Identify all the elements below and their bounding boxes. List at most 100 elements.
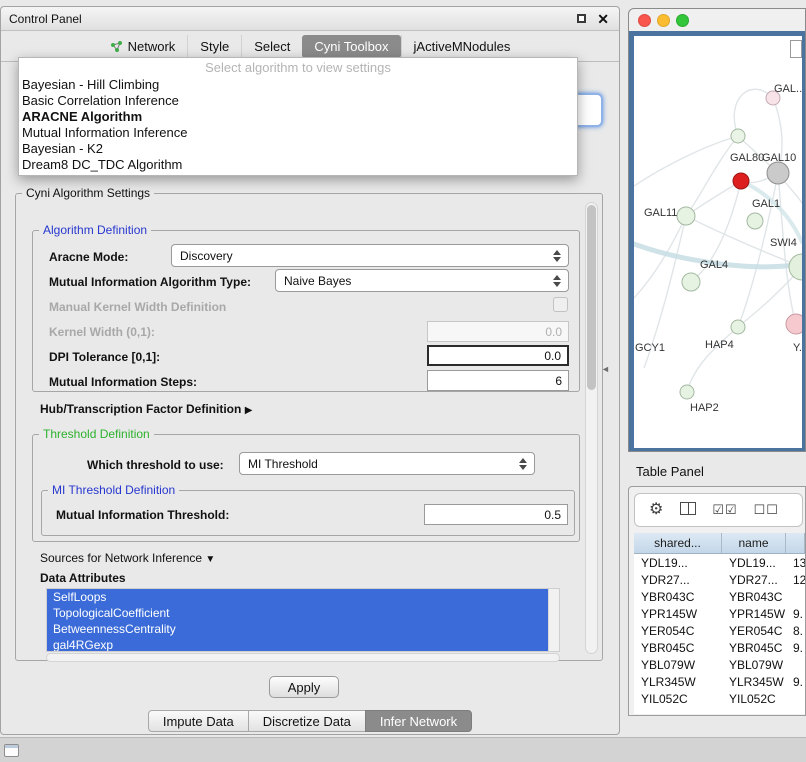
attributes-vscrollbar[interactable]: [548, 589, 559, 651]
scrollbar-thumb[interactable]: [587, 205, 596, 390]
cell: YBL079W: [722, 658, 786, 672]
combo-value: Discovery: [180, 249, 233, 263]
settings-scrollbar[interactable]: [585, 202, 598, 654]
node-label: GAL11: [644, 207, 677, 219]
table-row[interactable]: YDL19... YDL19... 13: [634, 554, 805, 571]
data-attributes-list[interactable]: SelfLoops TopologicalCoefficient Between…: [46, 588, 560, 652]
popup-item[interactable]: Dream8 DC_TDC Algorithm: [19, 157, 577, 173]
cell: 9.: [786, 607, 805, 621]
dpi-tolerance-field[interactable]: [427, 345, 569, 366]
spinner-arrows-icon: [519, 458, 527, 470]
hub-definition-label: Hub/Transcription Factor Definition: [40, 402, 241, 416]
tab-infer-network[interactable]: Infer Network: [365, 710, 472, 732]
hub-definition-toggle[interactable]: Hub/Transcription Factor Definition ▶: [40, 402, 252, 416]
tab-jactivemnodules[interactable]: jActiveMNodules: [401, 35, 523, 58]
table-row[interactable]: YBR045C YBR045C 9.: [634, 639, 805, 656]
node-label: GCY1: [635, 342, 665, 354]
panel-dock-icon[interactable]: [4, 744, 19, 757]
popup-item[interactable]: Basic Correlation Inference: [19, 93, 577, 109]
node-label: GAL10: [762, 152, 796, 164]
list-item[interactable]: SelfLoops: [47, 589, 548, 605]
network-node[interactable]: [789, 254, 802, 280]
table-row[interactable]: YIL052C YIL052C: [634, 690, 805, 707]
popup-item[interactable]: Mutual Information Inference: [19, 125, 577, 141]
control-panel-titlebar: Control Panel ✕: [1, 7, 619, 31]
network-canvas[interactable]: GAL... GAL80 GAL10 GAL11 GAL1 SWI4 GAL4 …: [634, 36, 802, 448]
cell: YBR045C: [634, 641, 722, 655]
collapsed-arrow-icon: ▶: [245, 405, 253, 416]
network-node[interactable]: [747, 213, 763, 229]
aracne-mode-select[interactable]: Discovery: [171, 244, 569, 267]
attributes-hscrollbar[interactable]: [46, 653, 560, 662]
tab-cyni-toolbox[interactable]: Cyni Toolbox: [302, 35, 400, 58]
select-all-checkboxes-icon[interactable]: ☑☑: [712, 502, 737, 518]
tab-network[interactable]: Network: [98, 35, 188, 58]
table-row[interactable]: YDR27... YDR27... 12: [634, 571, 805, 588]
zoom-traffic-light-icon[interactable]: [676, 14, 689, 27]
group-title: Cyni Algorithm Settings: [22, 186, 154, 200]
network-node[interactable]: [731, 129, 745, 143]
tab-impute-data[interactable]: Impute Data: [148, 710, 249, 732]
float-window-icon[interactable]: [577, 14, 586, 23]
kernel-width-field: [427, 321, 569, 342]
table-row[interactable]: YER054C YER054C 8.: [634, 622, 805, 639]
splitter-collapse-arrow[interactable]: ◄: [601, 364, 610, 374]
cell: YDR27...: [634, 573, 722, 587]
mi-threshold-definition-group: MI Threshold Definition Mutual Informati…: [41, 490, 575, 536]
column-header-shared-name[interactable]: shared...: [634, 533, 722, 553]
list-item[interactable]: gal4RGexp: [47, 637, 548, 652]
close-traffic-light-icon[interactable]: [638, 14, 651, 27]
mi-steps-label: Mutual Information Steps:: [49, 375, 197, 389]
table-row[interactable]: YLR345W YLR345W 9.: [634, 673, 805, 690]
desktop: Control Panel ✕ Network Style Select Cyn…: [0, 0, 806, 762]
popup-item[interactable]: Bayesian - K2: [19, 141, 577, 157]
network-node[interactable]: [733, 173, 749, 189]
cell: 13: [786, 556, 805, 570]
cell: YLR345W: [722, 675, 786, 689]
tab-select[interactable]: Select: [241, 35, 302, 58]
columns-icon[interactable]: [680, 502, 696, 519]
popup-item[interactable]: Bayesian - Hill Climbing: [19, 77, 577, 93]
cell: YBR043C: [634, 590, 722, 604]
columns-icon-glyph: [680, 502, 696, 515]
mi-algorithm-type-select[interactable]: Naive Bayes: [275, 269, 569, 292]
node-label: GAL4: [700, 259, 728, 271]
list-item[interactable]: BetweennessCentrality: [47, 621, 548, 637]
cell: YER054C: [634, 624, 722, 638]
sources-toggle[interactable]: Sources for Network Inference ▼: [40, 551, 215, 565]
network-node[interactable]: [767, 162, 789, 184]
table-row[interactable]: YBR043C YBR043C: [634, 588, 805, 605]
node-table: shared... name YDL19... YDL19... 13 YDR2…: [634, 533, 805, 714]
combo-value: Naive Bayes: [284, 274, 351, 288]
column-header-name[interactable]: name: [722, 533, 786, 553]
cell: YIL052C: [722, 692, 786, 706]
network-node[interactable]: [677, 207, 695, 225]
manual-kernel-width-label: Manual Kernel Width Definition: [49, 300, 226, 314]
cell: YER054C: [722, 624, 786, 638]
tab-discretize-data[interactable]: Discretize Data: [248, 710, 366, 732]
table-toolbar: ⚙ ☑☑ ☐☐: [634, 493, 803, 527]
network-node[interactable]: [731, 320, 745, 334]
network-node[interactable]: [680, 385, 694, 399]
apply-button[interactable]: Apply: [269, 676, 339, 698]
threshold-definition-group: Threshold Definition Which threshold to …: [32, 434, 580, 542]
tab-style[interactable]: Style: [187, 35, 241, 58]
column-header-extra[interactable]: [786, 533, 805, 553]
mi-steps-field[interactable]: [427, 370, 569, 391]
network-node[interactable]: [682, 273, 700, 291]
cell: YDR27...: [722, 573, 786, 587]
minimize-traffic-light-icon[interactable]: [657, 14, 670, 27]
list-item[interactable]: TopologicalCoefficient: [47, 605, 548, 621]
table-row[interactable]: YPR145W YPR145W 9.: [634, 605, 805, 622]
popup-item-selected[interactable]: ARACNE Algorithm: [19, 109, 577, 125]
which-threshold-select[interactable]: MI Threshold: [239, 452, 535, 475]
gear-icon[interactable]: ⚙: [649, 502, 664, 518]
mi-threshold-field[interactable]: [424, 504, 568, 525]
network-node[interactable]: [786, 314, 802, 334]
clear-all-checkboxes-icon[interactable]: ☐☐: [754, 502, 779, 518]
close-window-icon[interactable]: ✕: [597, 12, 609, 26]
node-label: HAP4: [705, 339, 734, 351]
table-row[interactable]: YBL079W YBL079W: [634, 656, 805, 673]
cell: YIL052C: [634, 692, 722, 706]
which-threshold-label: Which threshold to use:: [87, 458, 224, 472]
